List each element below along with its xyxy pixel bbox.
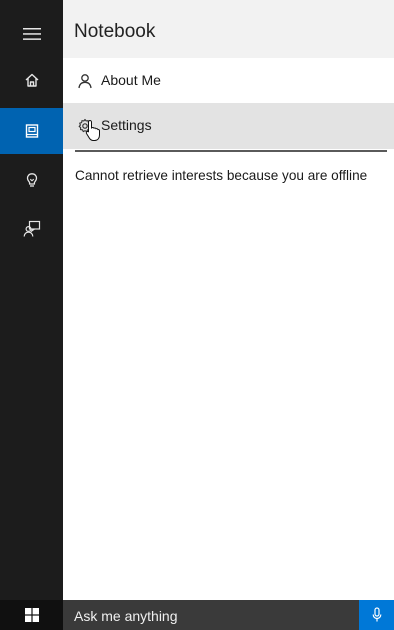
microphone-button[interactable] [359, 600, 394, 630]
reminders-button[interactable] [0, 157, 63, 203]
feedback-button[interactable] [0, 206, 63, 252]
hamburger-menu-icon [22, 28, 41, 40]
taskbar: Ask me anything [0, 600, 394, 630]
nav-item-label: About Me [101, 72, 161, 88]
microphone-icon [372, 607, 381, 622]
offline-message: Cannot retrieve interests because you ar… [75, 168, 368, 183]
notebook-header: Notebook [63, 0, 394, 58]
notebook-button[interactable] [0, 108, 63, 154]
hamburger-menu-button[interactable] [0, 11, 63, 57]
feedback-icon [23, 220, 40, 237]
search-placeholder: Ask me anything [74, 608, 178, 624]
reminders-lightbulb-icon [26, 173, 37, 187]
page-title: Notebook [74, 21, 156, 42]
home-button[interactable] [0, 57, 63, 103]
notebook-panel: Notebook About Me Settings Cannot retrie… [63, 0, 394, 600]
section-divider [75, 150, 387, 152]
nav-item-label: Settings [101, 117, 152, 133]
home-icon [25, 73, 38, 87]
person-icon [76, 72, 94, 90]
start-button[interactable] [0, 600, 63, 630]
hand-pointer-cursor-icon [85, 119, 100, 141]
cortana-rail [0, 0, 63, 600]
nav-item-settings[interactable]: Settings [63, 103, 394, 149]
notebook-icon [25, 124, 38, 138]
windows-logo-icon [24, 608, 39, 622]
search-input[interactable]: Ask me anything [63, 600, 359, 630]
nav-item-about-me[interactable]: About Me [63, 58, 394, 104]
